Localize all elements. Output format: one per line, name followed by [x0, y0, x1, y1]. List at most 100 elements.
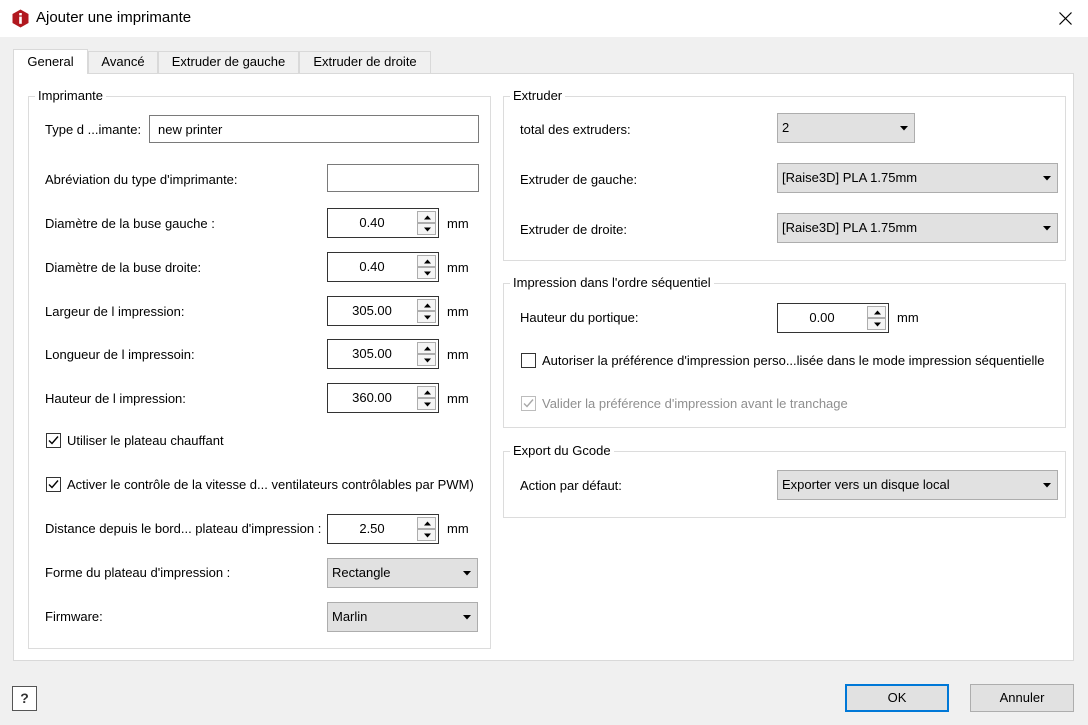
- validate-profile-checkbox[interactable]: [521, 396, 536, 411]
- extruder-right-dropdown[interactable]: [Raise3D] PLA 1.75mm: [777, 213, 1058, 243]
- edge-distance-spinbox[interactable]: 2.50: [327, 514, 439, 544]
- print-width-value: 305.00: [352, 303, 392, 318]
- bed-shape-label: Forme du plateau d'impression :: [45, 565, 231, 580]
- print-height-label: Hauteur de l impression:: [45, 391, 186, 406]
- chevron-up-icon: [424, 521, 431, 526]
- gantry-height-value: 0.00: [809, 310, 835, 325]
- nozzle-left-value: 0.40: [359, 215, 385, 230]
- extruder-left-value: [Raise3D] PLA 1.75mm: [782, 170, 918, 185]
- extruder-group-title: Extruder: [510, 88, 566, 104]
- edge-distance-value: 2.50: [359, 521, 385, 536]
- bed-shape-dropdown[interactable]: Rectangle: [327, 558, 478, 588]
- chevron-down-icon: [424, 315, 431, 320]
- printer-type-input[interactable]: [149, 115, 479, 143]
- fan-pwm-checkbox[interactable]: [46, 477, 61, 492]
- chevron-up-icon: [424, 215, 431, 220]
- print-height-spinbox[interactable]: 360.00: [327, 383, 439, 413]
- firmware-label: Firmware:: [45, 609, 103, 624]
- print-length-label: Longueur de l impressoin:: [45, 347, 195, 362]
- title-bar: Ajouter une imprimante: [0, 0, 1088, 37]
- spin-up-button[interactable]: [867, 306, 886, 318]
- chevron-down-icon: [424, 271, 431, 276]
- tab-right-extruder[interactable]: Extruder de droite: [299, 51, 431, 73]
- chevron-down-icon: [1043, 176, 1051, 181]
- tab-pane-general: Imprimante Type d ...imante: Abréviation…: [13, 73, 1074, 661]
- edge-distance-label: Distance depuis le bord... plateau d'imp…: [45, 521, 322, 536]
- firmware-dropdown[interactable]: Marlin: [327, 602, 478, 632]
- print-length-unit: mm: [447, 347, 469, 362]
- abbreviation-label: Abréviation du type d'imprimante:: [45, 172, 238, 187]
- chevron-up-icon: [424, 346, 431, 351]
- extruder-total-value: 2: [782, 120, 790, 135]
- close-button[interactable]: [1048, 2, 1082, 34]
- help-button[interactable]: ?: [12, 686, 37, 711]
- sequential-group-title: Impression dans l'ordre séquentiel: [510, 275, 714, 291]
- spin-down-button[interactable]: [417, 267, 436, 279]
- extruder-right-value: [Raise3D] PLA 1.75mm: [782, 220, 918, 235]
- spin-down-button[interactable]: [417, 529, 436, 541]
- spin-down-button[interactable]: [417, 398, 436, 410]
- checkmark-icon: [48, 480, 59, 489]
- validate-profile-label: Valider la préférence d'impression avant…: [542, 396, 848, 411]
- tab-left-extruder[interactable]: Extruder de gauche: [158, 51, 299, 73]
- print-length-value: 305.00: [352, 346, 392, 361]
- edge-distance-unit: mm: [447, 521, 469, 536]
- close-icon: [1059, 12, 1072, 25]
- chevron-down-icon: [463, 571, 471, 576]
- nozzle-right-value: 0.40: [359, 259, 385, 274]
- nozzle-left-unit: mm: [447, 216, 469, 231]
- allow-custom-profile-checkbox[interactable]: [521, 353, 536, 368]
- tab-advanced[interactable]: Avancé: [88, 51, 158, 73]
- chevron-up-icon: [424, 390, 431, 395]
- gantry-height-label: Hauteur du portique:: [520, 310, 639, 325]
- spin-up-button[interactable]: [417, 299, 436, 311]
- print-height-value: 360.00: [352, 390, 392, 405]
- gcode-export-group-title: Export du Gcode: [510, 443, 614, 459]
- gantry-height-spinbox[interactable]: 0.00: [777, 303, 889, 333]
- spin-down-button[interactable]: [867, 318, 886, 330]
- cancel-button[interactable]: Annuler: [970, 684, 1074, 712]
- extruder-right-label: Extruder de droite:: [520, 222, 627, 237]
- spin-up-button[interactable]: [417, 255, 436, 267]
- nozzle-left-spinbox[interactable]: 0.40: [327, 208, 439, 238]
- spin-down-button[interactable]: [417, 354, 436, 366]
- chevron-down-icon: [463, 615, 471, 620]
- print-width-spinbox[interactable]: 305.00: [327, 296, 439, 326]
- print-width-unit: mm: [447, 304, 469, 319]
- nozzle-right-label: Diamètre de la buse droite:: [45, 260, 202, 275]
- spin-up-button[interactable]: [417, 342, 436, 354]
- nozzle-right-spinbox[interactable]: 0.40: [327, 252, 439, 282]
- chevron-up-icon: [874, 310, 881, 315]
- spin-down-button[interactable]: [417, 311, 436, 323]
- default-action-dropdown[interactable]: Exporter vers un disque local: [777, 470, 1058, 500]
- chevron-down-icon: [424, 402, 431, 407]
- printer-type-label: Type d ...imante:: [45, 122, 142, 137]
- default-action-value: Exporter vers un disque local: [782, 477, 950, 492]
- default-action-label: Action par défaut:: [520, 478, 622, 493]
- firmware-value: Marlin: [332, 609, 368, 624]
- spin-up-button[interactable]: [417, 211, 436, 223]
- nozzle-left-label: Diamètre de la buse gauche :: [45, 216, 215, 231]
- fan-pwm-label: Activer le contrôle de la vitesse d... v…: [67, 477, 474, 492]
- print-height-unit: mm: [447, 391, 469, 406]
- extruder-total-dropdown[interactable]: 2: [777, 113, 915, 143]
- gantry-height-unit: mm: [897, 310, 919, 325]
- chevron-up-icon: [424, 303, 431, 308]
- heated-bed-checkbox[interactable]: [46, 433, 61, 448]
- chevron-down-icon: [1043, 226, 1051, 231]
- nozzle-right-unit: mm: [447, 260, 469, 275]
- spin-down-button[interactable]: [417, 223, 436, 235]
- printer-group-title: Imprimante: [35, 88, 107, 104]
- checkmark-icon: [48, 436, 59, 445]
- chevron-up-icon: [424, 259, 431, 264]
- checkmark-icon: [523, 399, 534, 408]
- ok-button[interactable]: OK: [845, 684, 949, 712]
- extruder-left-dropdown[interactable]: [Raise3D] PLA 1.75mm: [777, 163, 1058, 193]
- print-width-label: Largeur de l impression:: [45, 304, 185, 319]
- spin-up-button[interactable]: [417, 517, 436, 529]
- print-length-spinbox[interactable]: 305.00: [327, 339, 439, 369]
- spin-up-button[interactable]: [417, 386, 436, 398]
- raise3d-logo-icon: [12, 9, 29, 28]
- abbreviation-input[interactable]: [327, 164, 479, 192]
- tab-general[interactable]: General: [13, 49, 88, 74]
